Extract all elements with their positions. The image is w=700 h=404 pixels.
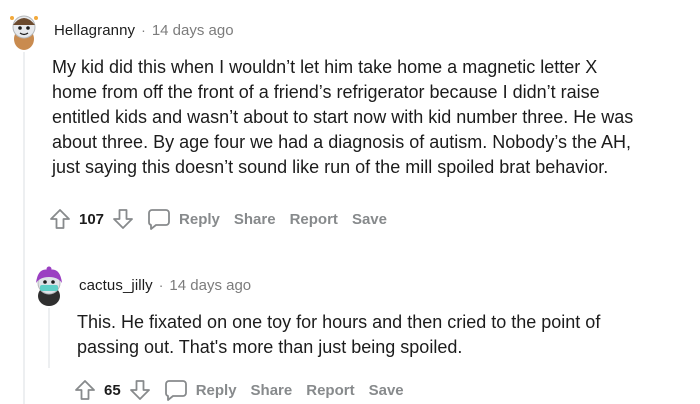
- comment-cactus-jilly: cactus_jilly · 14 days ago: [27, 263, 700, 307]
- comment-text-line: My kid did this when I wouldn’t let him …: [52, 57, 598, 77]
- username[interactable]: cactus_jilly: [79, 277, 153, 294]
- separator-dot: ·: [158, 277, 164, 293]
- speech-bubble-icon[interactable]: [164, 378, 188, 402]
- comment-text-line: passing out. That's more than just being…: [77, 337, 463, 357]
- avatar[interactable]: [27, 263, 71, 307]
- comment-text-line: just saying this doesn’t sound like run …: [52, 157, 609, 177]
- save-button[interactable]: Save: [369, 382, 404, 399]
- comment-text-line: home from off the front of a friend’s re…: [52, 82, 600, 102]
- comment-text-line: entitled kids and wasn’t about to start …: [52, 107, 634, 127]
- comment-body: This. He fixated on one toy for hours an…: [77, 310, 600, 360]
- speech-bubble-icon[interactable]: [147, 207, 171, 231]
- vote-score: 107: [79, 210, 105, 228]
- upvote-arrow-icon[interactable]: [73, 378, 97, 402]
- share-button[interactable]: Share: [251, 382, 293, 399]
- thread-line[interactable]: [23, 52, 25, 404]
- comment-actions: 107 Reply Share Report Save: [48, 205, 387, 233]
- comment-hellagranny: Hellagranny · 14 days ago: [2, 8, 700, 52]
- share-button[interactable]: Share: [234, 211, 276, 228]
- downvote-arrow-icon[interactable]: [128, 378, 152, 402]
- snoo-avatar-icon: [27, 263, 71, 307]
- avatar[interactable]: [2, 8, 46, 52]
- comment-actions: 65 Reply Share Report Save: [73, 376, 404, 404]
- upvote-arrow-icon[interactable]: [48, 207, 72, 231]
- save-button[interactable]: Save: [352, 211, 387, 228]
- thread-line-nested[interactable]: [48, 308, 50, 368]
- reply-button[interactable]: Reply: [196, 382, 237, 399]
- vote-score: 65: [104, 381, 121, 399]
- comment-header: Hellagranny · 14 days ago: [2, 8, 700, 52]
- reply-button[interactable]: Reply: [179, 211, 220, 228]
- comment-body: My kid did this when I wouldn’t let him …: [52, 55, 633, 180]
- comment-header: cactus_jilly · 14 days ago: [27, 263, 700, 307]
- downvote-arrow-icon[interactable]: [111, 207, 135, 231]
- comment-text-line: about three. By age four we had a diagno…: [52, 132, 632, 152]
- report-button[interactable]: Report: [306, 382, 354, 399]
- username[interactable]: Hellagranny: [54, 22, 135, 39]
- report-button[interactable]: Report: [290, 211, 338, 228]
- timestamp[interactable]: 14 days ago: [169, 277, 251, 294]
- timestamp[interactable]: 14 days ago: [152, 22, 234, 39]
- separator-dot: ·: [141, 22, 146, 38]
- snoo-avatar-icon: [2, 8, 46, 52]
- comment-text-line: This. He fixated on one toy for hours an…: [77, 312, 601, 332]
